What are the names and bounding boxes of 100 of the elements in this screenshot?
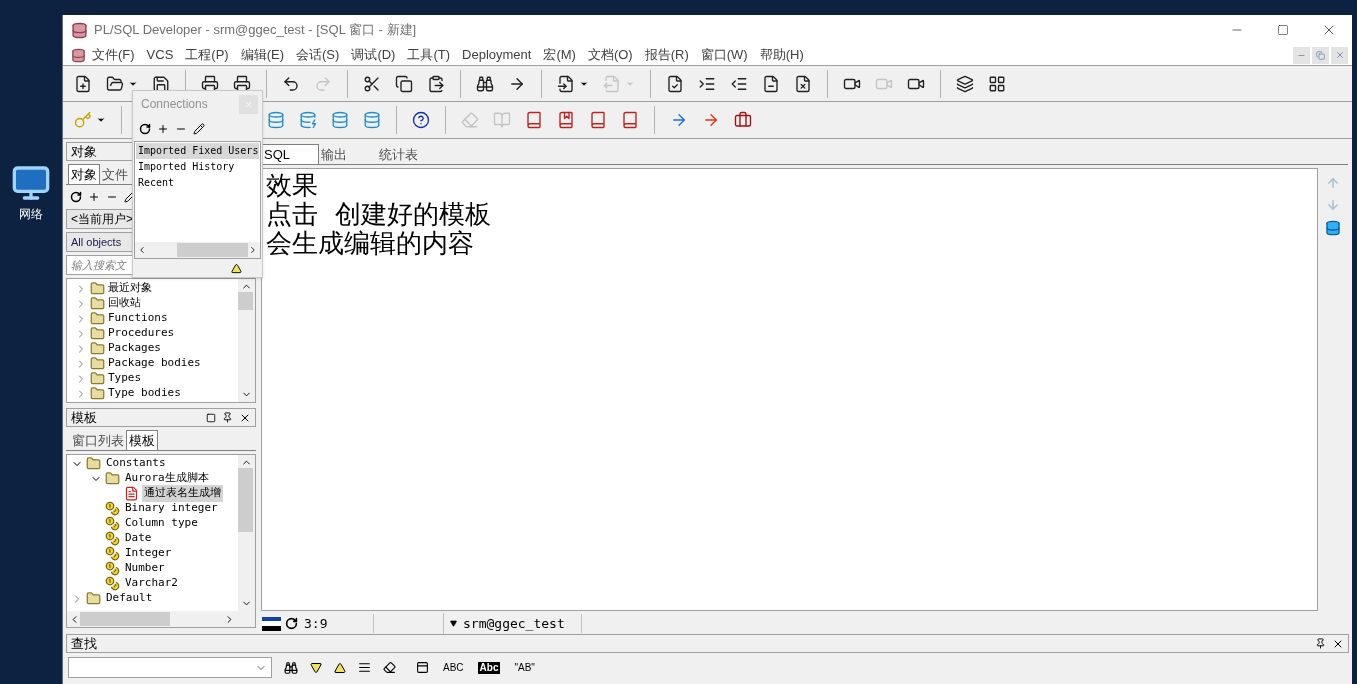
- folder-icon: [105, 471, 120, 486]
- menu-item[interactable]: 工程(P): [179, 45, 235, 65]
- menu-item[interactable]: 帮助(H): [753, 45, 810, 65]
- eraser-icon[interactable]: [383, 661, 396, 674]
- folder-icon: [90, 296, 105, 311]
- find-up-icon[interactable]: [334, 661, 346, 674]
- connection-item[interactable]: Imported Fixed Users: [136, 143, 259, 159]
- tree-item[interactable]: Constants: [104, 455, 168, 472]
- coin-icon: [105, 576, 120, 591]
- coin-icon: [105, 531, 120, 546]
- folder-icon: [90, 326, 105, 341]
- editor-line: 会生成编辑的内容: [266, 229, 475, 258]
- sql-editor[interactable]: 效果 点击 创建好的模板 会生成编辑的内容: [261, 168, 1318, 611]
- panel-title: 模板: [71, 408, 98, 427]
- template-icon: [124, 486, 139, 501]
- tree-item[interactable]: Binary integer: [123, 500, 220, 517]
- tree-item[interactable]: Types: [108, 370, 142, 387]
- find-option-button[interactable]: Abc: [477, 661, 501, 674]
- tree-item[interactable]: Integer: [123, 545, 174, 562]
- menu-item[interactable]: 会话(S): [290, 45, 346, 65]
- find-option-button[interactable]: "AB": [512, 661, 537, 674]
- caret-icon[interactable]: [450, 620, 457, 627]
- scrollbar[interactable]: [135, 242, 260, 258]
- tree-item[interactable]: Package bodies: [108, 355, 201, 372]
- menu-item[interactable]: 窗口(W): [694, 45, 754, 65]
- tree-item[interactable]: Packages: [108, 340, 161, 357]
- pin-icon[interactable]: [222, 412, 233, 423]
- tab[interactable]: SQL: [261, 144, 319, 164]
- coin-icon: [105, 501, 120, 516]
- panel-title: 查找: [71, 634, 98, 653]
- tree-item[interactable]: Procedures: [108, 325, 175, 342]
- database-icon[interactable]: [1325, 220, 1341, 236]
- tree-item[interactable]: Functions: [108, 310, 168, 327]
- float-icon[interactable]: [206, 412, 216, 423]
- lines-icon[interactable]: [358, 661, 371, 674]
- app-logo-icon: [71, 21, 88, 39]
- cursor-position: 3:9: [304, 613, 374, 634]
- tree-item[interactable]: Varchar2: [123, 575, 180, 592]
- menu-item[interactable]: 编辑(E): [234, 45, 291, 65]
- find-down-icon[interactable]: [310, 661, 322, 674]
- menu-item[interactable]: Deployment: [456, 45, 538, 65]
- scroll-thumb[interactable]: [238, 468, 253, 532]
- add-icon[interactable]: [88, 191, 100, 203]
- folder-icon: [90, 341, 105, 356]
- menu-item[interactable]: 宏(M): [537, 45, 582, 65]
- tree-item[interactable]: 通过表名生成增: [142, 485, 223, 502]
- connection-status[interactable]: srm@ggec_test: [463, 613, 582, 634]
- coin-icon: [105, 561, 120, 576]
- tab[interactable]: 对象: [68, 164, 100, 184]
- refresh-icon[interactable]: [139, 123, 151, 135]
- tree-item[interactable]: Column type: [123, 515, 200, 532]
- network-computer-icon[interactable]: [11, 163, 51, 203]
- popup-title: Connections: [141, 96, 209, 113]
- folder-icon: [90, 386, 105, 401]
- folder-icon: [90, 356, 105, 371]
- tree-item[interactable]: Date: [123, 530, 154, 547]
- refresh-icon[interactable]: [70, 191, 82, 203]
- add-icon[interactable]: [157, 123, 169, 135]
- refresh-icon: [285, 617, 298, 630]
- scroll-thumb[interactable]: [238, 292, 253, 310]
- find-field[interactable]: [68, 657, 272, 678]
- tab[interactable]: 模板: [126, 430, 158, 450]
- folder-icon: [86, 456, 101, 471]
- window-icon[interactable]: [416, 661, 429, 674]
- menu-item[interactable]: 报告(R): [638, 45, 695, 65]
- menu-item[interactable]: VCS: [140, 45, 180, 65]
- scrollbar[interactable]: [67, 611, 255, 627]
- tree-item[interactable]: Number: [123, 560, 167, 577]
- connection-item[interactable]: Imported History: [136, 159, 259, 175]
- menu-item[interactable]: 文件(F): [86, 45, 141, 65]
- tree-item[interactable]: Type bodies: [108, 385, 181, 402]
- restore-icon: [1316, 50, 1325, 60]
- scroll-thumb[interactable]: [176, 243, 249, 257]
- scroll-right-icon: [248, 245, 258, 255]
- folder-icon: [90, 311, 105, 326]
- close-icon: [1334, 50, 1345, 60]
- window-title: PL/SQL Developer - srm@ggec_test - [SQL 窗口 - 新建]: [94, 21, 417, 40]
- connection-item[interactable]: Recent: [136, 175, 259, 191]
- tree-item[interactable]: 回收站: [108, 295, 141, 312]
- editor-line: 效果: [266, 171, 319, 200]
- menu-item[interactable]: 调试(D): [345, 45, 402, 65]
- desktop-icon-label[interactable]: 网络: [19, 205, 43, 223]
- scroll-left-icon: [137, 245, 147, 255]
- tree-item[interactable]: Aurora生成脚本: [123, 470, 211, 487]
- scrollbar[interactable]: [238, 455, 255, 611]
- find-option-button[interactable]: ABC: [441, 661, 466, 674]
- tree-item[interactable]: Default: [104, 590, 155, 607]
- edit-icon[interactable]: [193, 123, 205, 135]
- editor-line: 点击 创建好的模板: [266, 200, 492, 229]
- menu-item[interactable]: 文档(O): [581, 45, 639, 65]
- scrollbar[interactable]: [238, 279, 255, 402]
- menu-item[interactable]: 工具(T): [401, 45, 457, 65]
- pin-icon[interactable]: [1315, 638, 1326, 649]
- maximize-icon: [1277, 24, 1289, 36]
- tree-item[interactable]: 最近对象: [108, 280, 152, 297]
- mdi-close-button[interactable]: [1331, 46, 1348, 64]
- close-icon: [244, 99, 253, 109]
- collapse-icon[interactable]: [231, 262, 242, 274]
- scroll-thumb[interactable]: [80, 612, 170, 626]
- binoculars-icon[interactable]: [284, 660, 298, 675]
